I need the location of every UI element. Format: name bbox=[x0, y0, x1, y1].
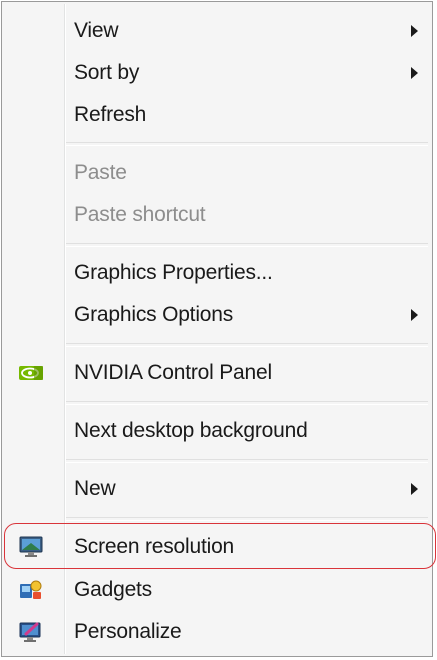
submenu-arrow-icon bbox=[411, 483, 418, 495]
menu-item-label: Refresh bbox=[74, 103, 147, 126]
menu-item-label: Graphics Options bbox=[74, 303, 234, 326]
menu-item-nvidia-control-panel[interactable]: NVIDIA Control Panel bbox=[4, 352, 430, 394]
menu-item-paste-shortcut: Paste shortcut bbox=[4, 194, 430, 236]
submenu-arrow-icon bbox=[411, 25, 418, 37]
menu-separator bbox=[66, 243, 428, 247]
menu-item-graphics-options[interactable]: Graphics Options bbox=[4, 294, 430, 336]
menu-separator bbox=[66, 142, 428, 146]
menu-separator bbox=[66, 343, 428, 347]
menu-item-next-desktop-background[interactable]: Next desktop background bbox=[4, 410, 430, 452]
menu-item-sort-by[interactable]: Sort by bbox=[4, 52, 430, 94]
menu-item-refresh[interactable]: Refresh bbox=[4, 94, 430, 136]
menu-item-label: Paste shortcut bbox=[74, 203, 206, 226]
menu-item-label: Graphics Properties... bbox=[74, 261, 273, 284]
submenu-arrow-icon bbox=[411, 67, 418, 79]
menu-item-label: NVIDIA Control Panel bbox=[74, 361, 272, 384]
menu-item-label: View bbox=[74, 19, 119, 42]
screen-resolution-callout-outline bbox=[4, 523, 436, 569]
menu-item-label: Gadgets bbox=[74, 578, 152, 601]
menu-item-label: New bbox=[74, 477, 116, 500]
menu-item-label: Paste bbox=[74, 161, 127, 184]
menu-separator bbox=[66, 459, 428, 463]
menu-item-new[interactable]: New bbox=[4, 468, 430, 510]
menu-item-label: Personalize bbox=[74, 620, 182, 643]
nvidia-icon bbox=[18, 361, 44, 385]
menu-item-gadgets[interactable]: Gadgets bbox=[4, 569, 430, 611]
menu-item-personalize[interactable]: Personalize bbox=[4, 611, 430, 653]
menu-separator bbox=[66, 517, 428, 521]
submenu-arrow-icon bbox=[411, 309, 418, 321]
menu-item-label: Next desktop background bbox=[74, 419, 308, 442]
menu-item-paste: Paste bbox=[4, 152, 430, 194]
menu-item-graphics-properties[interactable]: Graphics Properties... bbox=[4, 252, 430, 294]
gadgets-icon bbox=[18, 578, 44, 602]
personalize-icon bbox=[18, 620, 44, 644]
menu-separator bbox=[66, 401, 428, 405]
menu-item-view[interactable]: View bbox=[4, 10, 430, 52]
menu-item-label: Sort by bbox=[74, 61, 140, 84]
